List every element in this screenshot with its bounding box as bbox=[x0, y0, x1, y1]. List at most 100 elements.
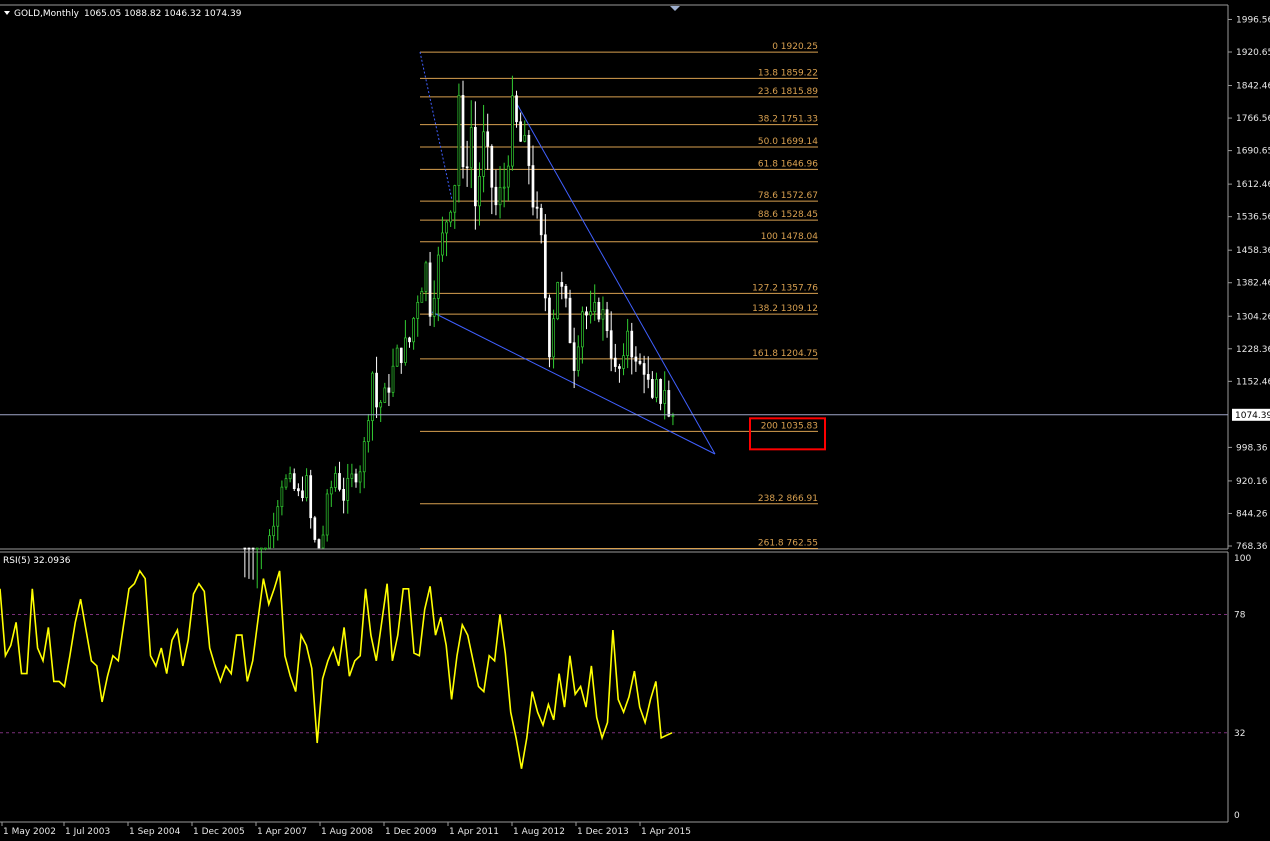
time-tick-label: 1 May 2002 bbox=[3, 827, 56, 837]
candle-body bbox=[354, 473, 358, 483]
rsi-tick-label: 100 bbox=[1234, 554, 1251, 564]
candle-body bbox=[605, 309, 609, 332]
candle-body bbox=[264, 547, 267, 550]
chart-background bbox=[0, 0, 1270, 841]
candle-body bbox=[535, 206, 539, 209]
fib-level-label: 138.2 1309.12 bbox=[752, 304, 818, 314]
candle-body bbox=[564, 286, 568, 299]
price-tick-label: 1842.46 bbox=[1236, 82, 1270, 92]
candle-body bbox=[338, 473, 341, 490]
chart-header: GOLD,Monthly 1065.05 1088.82 1046.32 107… bbox=[4, 9, 242, 19]
candle-body bbox=[424, 262, 428, 292]
time-tick-label: 1 Apr 2011 bbox=[449, 827, 499, 837]
candle-body bbox=[313, 517, 317, 540]
price-tick-label: 1996.56 bbox=[1236, 15, 1270, 25]
time-tick-label: 1 Dec 2013 bbox=[577, 827, 629, 837]
candle-body bbox=[334, 473, 337, 488]
candle-body bbox=[255, 547, 259, 550]
candle-body bbox=[486, 131, 490, 147]
candle-body bbox=[642, 363, 646, 375]
candle-body bbox=[342, 489, 345, 501]
candle-body bbox=[630, 330, 634, 358]
fib-level-label: 50.0 1699.14 bbox=[758, 137, 818, 147]
candle-body bbox=[474, 126, 477, 207]
fib-level-label: 23.6 1815.89 bbox=[758, 87, 818, 97]
candle-body bbox=[650, 379, 654, 398]
candle-body bbox=[383, 387, 387, 403]
candle-body bbox=[391, 365, 395, 393]
symbol-label: GOLD,Monthly bbox=[14, 9, 80, 19]
candle-body bbox=[478, 175, 481, 207]
candle-body bbox=[445, 221, 448, 234]
candle-body bbox=[593, 302, 597, 313]
fib-level-label: 78.6 1572.67 bbox=[758, 191, 818, 201]
rsi-tick-label: 78 bbox=[1234, 611, 1246, 621]
price-tick-label: 1612.46 bbox=[1236, 180, 1270, 190]
time-tick-label: 1 Jul 2003 bbox=[65, 827, 110, 837]
candle-body bbox=[243, 547, 247, 550]
price-tick-label: 1690.65 bbox=[1236, 147, 1270, 157]
candle-body bbox=[379, 402, 383, 408]
candle-body bbox=[609, 330, 613, 359]
candle-body bbox=[346, 477, 350, 501]
candle-body bbox=[618, 366, 621, 369]
candle-body bbox=[655, 379, 658, 398]
candle-body bbox=[432, 297, 436, 317]
candle-body bbox=[276, 506, 280, 527]
candle-body bbox=[305, 475, 308, 499]
candle-body bbox=[461, 95, 465, 168]
candle-body bbox=[659, 379, 662, 404]
candle-body bbox=[585, 311, 588, 316]
candle-body bbox=[436, 254, 440, 299]
candle-body bbox=[259, 547, 263, 550]
candle-body bbox=[420, 291, 424, 303]
price-tick-label: 1920.65 bbox=[1236, 48, 1270, 58]
candle-body bbox=[671, 415, 675, 418]
fib-level-label: 61.8 1646.96 bbox=[758, 159, 818, 169]
candle-body bbox=[482, 131, 485, 177]
candle-body bbox=[387, 387, 391, 393]
fib-level-label: 161.8 1204.75 bbox=[752, 349, 818, 359]
time-tick-label: 1 Dec 2005 bbox=[193, 827, 245, 837]
time-tick-label: 1 Aug 2008 bbox=[321, 827, 373, 837]
candle-body bbox=[321, 534, 325, 549]
time-tick-label: 1 Apr 2007 bbox=[257, 827, 307, 837]
candle-body bbox=[292, 473, 296, 490]
rsi-label: RSI(5) 32.0936 bbox=[3, 556, 71, 566]
candle-body bbox=[490, 145, 494, 188]
candle-body bbox=[453, 185, 457, 213]
candle-body bbox=[646, 374, 650, 380]
candle-body bbox=[404, 337, 407, 363]
price-tick-label: 1382.46 bbox=[1236, 279, 1270, 289]
ohlc-values: 1065.05 1088.82 1046.32 1074.39 bbox=[84, 9, 242, 19]
candle-body bbox=[412, 318, 415, 343]
candle-body bbox=[317, 539, 321, 549]
candle-body bbox=[268, 535, 271, 549]
candle-body bbox=[539, 207, 543, 236]
current-price-label: 1074.39 bbox=[1235, 411, 1270, 421]
candle-body bbox=[502, 186, 506, 189]
price-tick-label: 844.26 bbox=[1236, 509, 1268, 519]
candle-body bbox=[572, 342, 576, 371]
time-tick-label: 1 Aug 2012 bbox=[513, 827, 565, 837]
candle-body bbox=[667, 390, 671, 417]
candle-body bbox=[288, 473, 292, 480]
candle-body bbox=[634, 356, 638, 362]
fib-level-label: 0 1920.25 bbox=[772, 42, 818, 52]
candle-body bbox=[581, 311, 584, 348]
time-tick-label: 1 Apr 2015 bbox=[641, 827, 691, 837]
candle-body bbox=[465, 166, 469, 169]
candle-body bbox=[441, 232, 444, 256]
candle-body bbox=[329, 487, 333, 495]
fib-level-label: 127.2 1357.76 bbox=[752, 283, 818, 293]
fib-level-label: 238.2 866.91 bbox=[758, 494, 818, 504]
chart-canvas: 0 1920.25 13.8 1859.22 23.6 1815.89 38.2 17… bbox=[0, 0, 1270, 841]
candle-body bbox=[560, 282, 564, 287]
candle-body bbox=[408, 337, 411, 343]
time-tick-label: 1 Sep 2004 bbox=[129, 827, 181, 837]
candle-body bbox=[399, 347, 403, 363]
price-tick-label: 998.36 bbox=[1236, 443, 1268, 453]
candle-body bbox=[350, 473, 354, 479]
candle-body bbox=[552, 318, 555, 358]
candle-body bbox=[362, 441, 366, 473]
